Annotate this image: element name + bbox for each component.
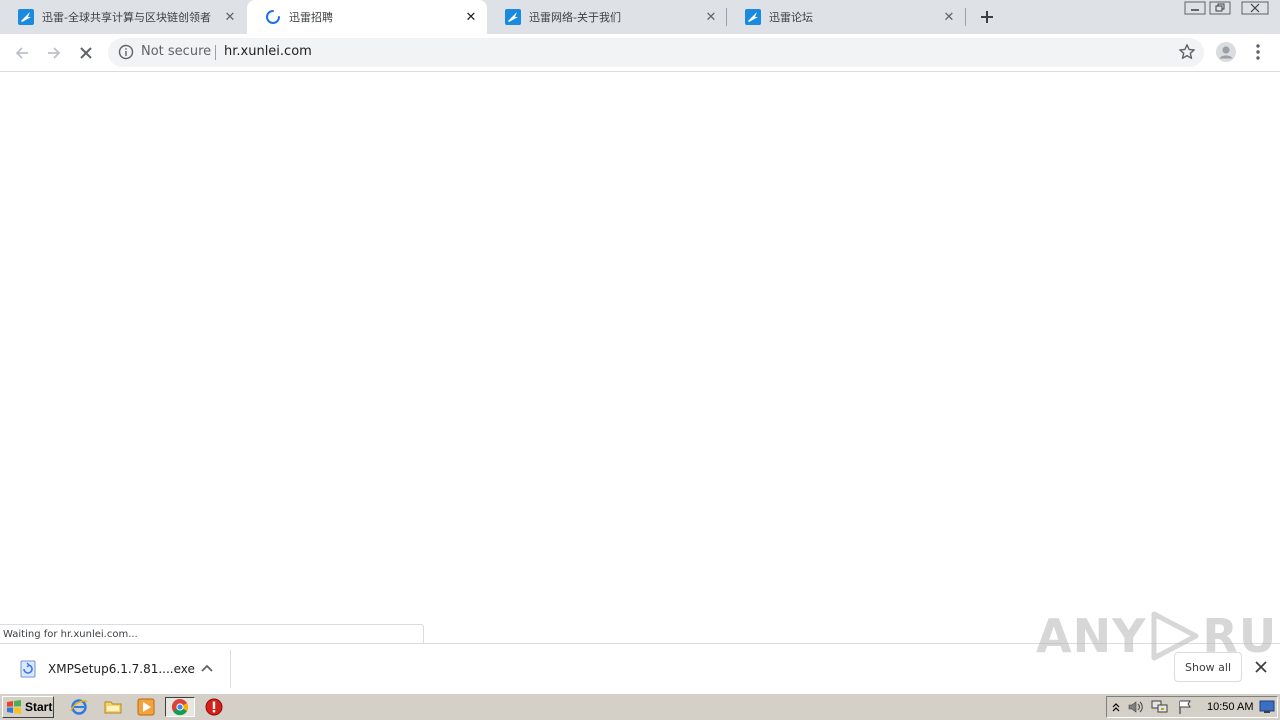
- more-vert-icon: [1256, 44, 1260, 60]
- installer-file-icon: [20, 660, 36, 678]
- stop-x-icon: [80, 47, 92, 59]
- clock[interactable]: 10:50 AM: [1207, 701, 1253, 713]
- xunlei-logo-icon: [745, 9, 761, 25]
- forward-button[interactable]: [42, 41, 66, 65]
- bookmark-star-icon[interactable]: [1178, 43, 1196, 61]
- tab-close-icon[interactable]: ✕: [941, 9, 957, 25]
- tab-xunlei-forum[interactable]: 迅雷论坛 ✕: [727, 0, 965, 34]
- tab-title: 迅雷-全球共享计算与区块链创领者: [42, 11, 211, 24]
- internet-explorer-button[interactable]: [68, 697, 90, 717]
- show-hidden-icons-icon[interactable]: [1111, 699, 1121, 715]
- chrome-taskbar-button[interactable]: [165, 697, 195, 717]
- media-player-icon: [137, 698, 155, 716]
- back-arrow-icon: [15, 47, 28, 59]
- internet-explorer-icon: [70, 699, 88, 715]
- download-item[interactable]: XMPSetup6.1.7.81....exe: [0, 644, 230, 694]
- stop-sign-icon: [205, 698, 223, 716]
- close-window-button[interactable]: [1240, 0, 1270, 16]
- chevron-up-icon[interactable]: [199, 660, 215, 676]
- system-tray: 10:50 AM: [1106, 696, 1278, 718]
- plus-icon: [981, 11, 993, 23]
- media-player-button[interactable]: [135, 697, 157, 717]
- tab-title: 迅雷论坛: [769, 11, 813, 24]
- minimize-icon: [1184, 1, 1206, 15]
- tab-xunlei-about[interactable]: 迅雷网络-关于我们 ✕: [487, 0, 727, 34]
- chrome-icon: [171, 698, 189, 716]
- browser-menu-button[interactable]: [1250, 41, 1266, 66]
- security-label[interactable]: Not secure: [141, 44, 211, 59]
- close-icon[interactable]: [1254, 660, 1268, 674]
- forward-arrow-icon: [48, 47, 61, 59]
- restore-icon: [1209, 1, 1231, 15]
- address-bar[interactable]: Not secure hr.xunlei.com: [108, 38, 1204, 67]
- taskbar: Start 10:50 AM: [0, 693, 1280, 720]
- profile-button[interactable]: [1215, 41, 1237, 66]
- anyrun-watermark: ANY RUN: [1036, 609, 1280, 663]
- loading-spinner-icon: [266, 10, 280, 24]
- info-icon[interactable]: [118, 44, 134, 60]
- file-explorer-button[interactable]: [102, 697, 124, 717]
- tab-title: 迅雷网络-关于我们: [529, 11, 621, 24]
- tab-xunlei-home[interactable]: 迅雷-全球共享计算与区块链创领者 ✕: [0, 0, 246, 34]
- tab-separator: [965, 8, 966, 26]
- security-app-button[interactable]: [203, 697, 225, 717]
- tab-strip: 迅雷-全球共享计算与区块链创领者 ✕ 迅雷招聘 ✕ 迅雷网络-关于我们 ✕ 迅雷…: [0, 0, 1280, 34]
- page-content: [0, 72, 1280, 643]
- xunlei-logo-icon: [18, 9, 34, 25]
- folder-icon: [104, 701, 122, 714]
- back-button[interactable]: [10, 41, 34, 65]
- browser-toolbar: Not secure hr.xunlei.com: [0, 34, 1280, 72]
- start-label: Start: [25, 700, 53, 714]
- omnibox-separator: [215, 45, 216, 60]
- show-all-downloads-button[interactable]: Show all: [1174, 652, 1242, 682]
- download-separator: [230, 650, 231, 688]
- restore-button[interactable]: [1208, 0, 1232, 16]
- minimize-button[interactable]: [1183, 0, 1207, 16]
- tab-title: 迅雷招聘: [289, 11, 333, 24]
- tab-xunlei-hr[interactable]: 迅雷招聘 ✕: [247, 0, 487, 34]
- volume-icon[interactable]: [1127, 699, 1145, 715]
- action-center-flag-icon[interactable]: [1177, 699, 1193, 715]
- close-icon: [1241, 1, 1269, 15]
- tab-close-icon[interactable]: ✕: [463, 9, 479, 25]
- tab-close-icon[interactable]: ✕: [703, 9, 719, 25]
- xunlei-logo-icon: [505, 9, 521, 25]
- download-filename: XMPSetup6.1.7.81....exe: [48, 662, 195, 676]
- start-button[interactable]: Start: [2, 696, 54, 718]
- network-icon[interactable]: [1151, 699, 1169, 715]
- windows-logo-icon: [7, 700, 21, 714]
- url-text[interactable]: hr.xunlei.com: [224, 44, 312, 59]
- status-bubble: Waiting for hr.xunlei.com...: [0, 624, 424, 643]
- stop-loading-button[interactable]: [74, 41, 98, 65]
- avatar-icon: [1216, 42, 1236, 62]
- show-desktop-icon[interactable]: [1259, 700, 1275, 714]
- download-shelf: ANY RUN XMPSetup6.1.7.81....exe Show all: [0, 609, 1280, 694]
- new-tab-button[interactable]: [977, 7, 997, 27]
- tab-close-icon[interactable]: ✕: [222, 9, 238, 25]
